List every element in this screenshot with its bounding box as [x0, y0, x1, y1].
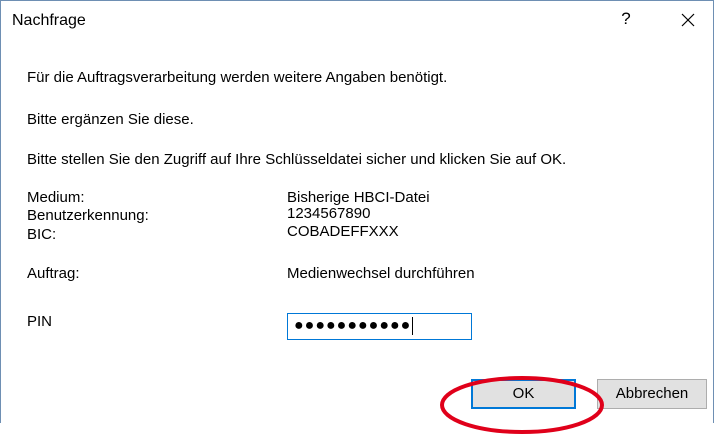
- dialog-window: Nachfrage ? Für die Auftragsverarbeitung…: [0, 0, 714, 434]
- info-line-1: Für die Auftragsverarbeitung werden weit…: [27, 69, 448, 86]
- cancel-button[interactable]: Abbrechen: [597, 379, 707, 409]
- user-id-value: 1234567890: [287, 205, 371, 222]
- user-id-label: Benutzerkennung:: [27, 207, 149, 224]
- help-button[interactable]: ?: [616, 9, 636, 29]
- text-caret: [412, 317, 414, 335]
- order-value: Medienwechsel durchführen: [287, 265, 475, 282]
- ok-button[interactable]: OK: [471, 379, 576, 409]
- order-label: Auftrag:: [27, 265, 80, 282]
- pin-masked-value: ●●●●●●●●●●●: [294, 317, 414, 335]
- title-bar: Nachfrage ?: [1, 1, 713, 41]
- bic-label: BIC:: [27, 226, 57, 243]
- info-line-3: Bitte stellen Sie den Zugriff auf Ihre S…: [27, 151, 567, 168]
- close-icon: [681, 13, 695, 27]
- close-button[interactable]: [673, 7, 703, 33]
- medium-value: Bisherige HBCI-Datei: [287, 189, 430, 206]
- medium-label: Medium:: [27, 189, 85, 206]
- pin-input[interactable]: ●●●●●●●●●●●: [287, 313, 472, 340]
- info-line-2: Bitte ergänzen Sie diese.: [27, 111, 194, 128]
- pin-label: PIN: [27, 313, 53, 330]
- dialog-title: Nachfrage: [12, 12, 86, 29]
- dialog-content: Für die Auftragsverarbeitung werden weit…: [1, 41, 713, 434]
- bic-value: COBADEFFXXX: [287, 223, 399, 240]
